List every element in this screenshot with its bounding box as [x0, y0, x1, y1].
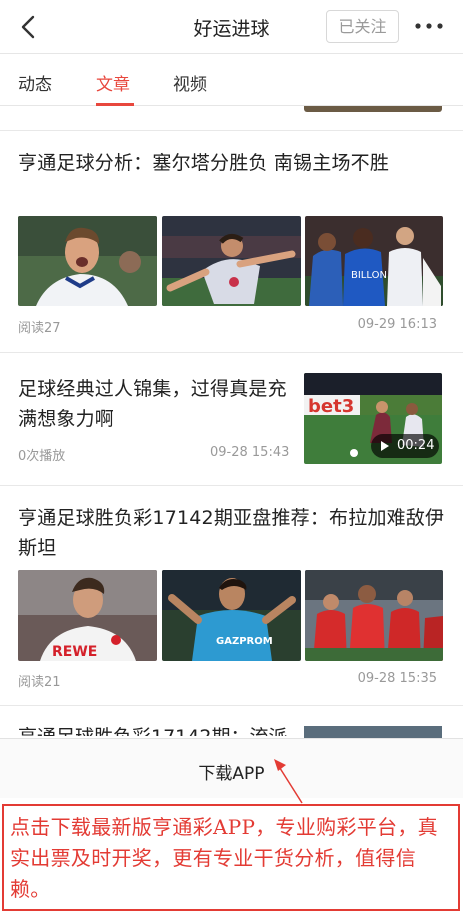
article-title[interactable]: 足球经典过人锦集，过得真是充满想象力啊 — [18, 374, 294, 434]
promo-text: 点击下载最新版亨通彩APP，专业购彩平台，真实出票及时开奖，更有专业干货分析，值… — [10, 815, 438, 901]
divider — [0, 352, 463, 353]
svg-text:bet3: bet3 — [308, 396, 354, 417]
more-options-icon[interactable] — [412, 14, 446, 38]
svg-text:REWE: REWE — [52, 644, 97, 660]
promo-annotation-box: 点击下载最新版亨通彩APP，专业购彩平台，真实出票及时开奖，更有专业干货分析，值… — [2, 804, 460, 911]
previous-article-thumbnail[interactable] — [304, 106, 442, 112]
article-thumbnail[interactable] — [162, 216, 301, 306]
publish-time: 09-29 16:13 — [357, 317, 437, 332]
video-duration-badge: 00:24 — [371, 434, 439, 458]
tab-videos[interactable]: 视频 — [173, 70, 207, 95]
svg-text:BILLON: BILLON — [351, 270, 387, 281]
active-tab-indicator — [96, 103, 134, 106]
article-thumbnail[interactable]: REWE — [18, 570, 157, 661]
download-app-button[interactable]: 下载APP — [0, 759, 463, 784]
divider — [0, 485, 463, 486]
svg-text:GAZPROM: GAZPROM — [216, 636, 273, 647]
article-thumbnail[interactable]: GAZPROM — [162, 570, 301, 661]
top-nav-bar: 好运进球 已关注 — [0, 0, 463, 54]
arrow-annotation-icon — [274, 759, 303, 804]
publish-time: 09-28 15:35 — [357, 671, 437, 686]
divider — [0, 705, 463, 706]
video-duration: 00:24 — [397, 438, 435, 453]
download-app-bar[interactable]: 下载APP — [0, 738, 463, 798]
divider — [0, 130, 463, 131]
article-thumbnail[interactable] — [305, 570, 443, 661]
next-article-thumbnail[interactable] — [304, 726, 442, 738]
play-icon — [381, 441, 389, 451]
tab-dynamics[interactable]: 动态 — [18, 70, 52, 95]
next-article-title[interactable]: 亨通足球胜负彩17142期：流派 — [18, 722, 287, 736]
article-thumbnail[interactable]: BILLON — [305, 216, 443, 306]
article-title[interactable]: 亨通足球胜负彩17142期亚盘推荐：布拉加难敌伊斯坦 — [18, 503, 446, 563]
play-count: 0次播放 — [18, 449, 66, 464]
tab-articles[interactable]: 文章 — [96, 70, 130, 95]
article-thumbnail[interactable] — [18, 216, 157, 306]
follow-button[interactable]: 已关注 — [326, 10, 399, 43]
tab-bar: 动态 文章 视频 — [0, 54, 463, 106]
read-count: 阅读27 — [18, 321, 61, 336]
publish-time: 09-28 15:43 — [210, 445, 290, 460]
read-count: 阅读21 — [18, 675, 61, 690]
article-title[interactable]: 亨通足球分析：塞尔塔分胜负 南锡主场不胜 — [18, 148, 446, 178]
